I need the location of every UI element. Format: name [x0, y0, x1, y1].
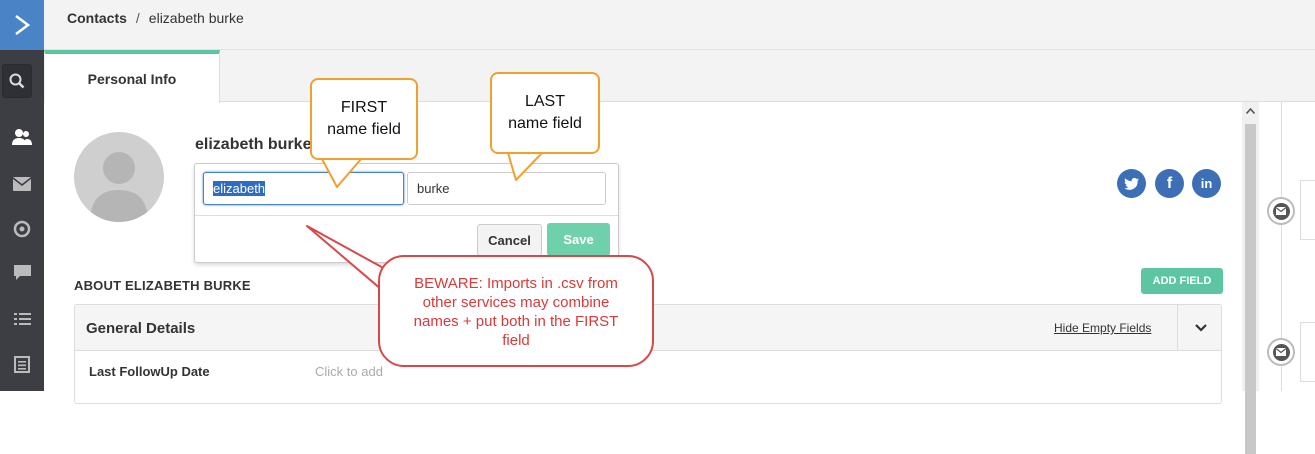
- chat-icon: [13, 265, 31, 280]
- linkedin-button[interactable]: in: [1192, 169, 1221, 198]
- section-title: General Details: [86, 320, 196, 337]
- first-name-input[interactable]: elizabeth: [203, 172, 404, 205]
- breadcrumb-current: elizabeth burke: [148, 10, 244, 26]
- timeline-item-email[interactable]: [1267, 197, 1295, 225]
- first-callout-line1: FIRST: [340, 99, 388, 116]
- mail-timeline-icon: [1276, 207, 1286, 215]
- nav-contacts[interactable]: [0, 117, 44, 157]
- nav-reports[interactable]: [0, 344, 44, 384]
- nav-campaigns[interactable]: [0, 164, 44, 204]
- breadcrumb: Contacts / elizabeth burke: [67, 10, 244, 26]
- search-icon: [9, 73, 25, 89]
- about-heading: ABOUT ELIZABETH BURKE: [74, 278, 251, 293]
- timeline-card-2[interactable]: [1300, 322, 1315, 382]
- name-edit-popup: elizabeth burke Cancel Save: [194, 163, 619, 263]
- last-callout-line1: LAST: [524, 93, 565, 110]
- breadcrumb-root-link[interactable]: Contacts: [67, 10, 127, 26]
- last-callout-line2: name field: [508, 115, 582, 132]
- nav-automations[interactable]: [0, 209, 44, 249]
- twitter-icon: [1124, 177, 1139, 190]
- scrollbar[interactable]: [1242, 102, 1259, 454]
- last-name-input[interactable]: burke: [407, 172, 606, 205]
- field-label: Last FollowUp Date: [89, 364, 210, 379]
- twitter-button[interactable]: [1117, 169, 1146, 198]
- contact-name-heading[interactable]: elizabeth burke: [195, 136, 311, 154]
- tab-personal-info[interactable]: Personal Info: [44, 50, 220, 103]
- breadcrumb-separator: /: [135, 10, 140, 26]
- default-avatar-icon: [90, 152, 148, 222]
- cancel-button[interactable]: Cancel: [477, 224, 542, 256]
- scroll-thumb[interactable]: [1245, 124, 1256, 454]
- linkedin-icon: in: [1200, 176, 1213, 191]
- avatar[interactable]: [74, 132, 164, 222]
- timeline-item-email-2[interactable]: [1267, 338, 1295, 366]
- chevron-down-icon: [1194, 324, 1207, 332]
- first-name-value: elizabeth: [213, 181, 266, 196]
- sidebar-nav: [0, 0, 44, 391]
- first-callout-line2: name field: [327, 121, 401, 138]
- facebook-icon: f: [1166, 174, 1173, 192]
- mail-timeline-icon: [1276, 348, 1286, 356]
- timeline-card[interactable]: [1300, 180, 1315, 240]
- facebook-button[interactable]: f: [1155, 169, 1184, 198]
- hide-empty-fields-link[interactable]: Hide Empty Fields: [1054, 321, 1151, 335]
- tab-strip: Personal Info: [44, 50, 1315, 103]
- first-name-callout: FIRST name field: [310, 78, 418, 160]
- contacts-icon: [12, 129, 32, 145]
- scroll-up-arrow-icon[interactable]: [1242, 102, 1259, 119]
- logo[interactable]: [0, 0, 44, 50]
- last-name-value: burke: [417, 181, 450, 196]
- logo-chevron-icon: [15, 15, 31, 35]
- report-icon: [14, 355, 30, 373]
- nav-lists[interactable]: [0, 299, 44, 339]
- top-bar: Contacts / elizabeth burke: [44, 0, 1315, 50]
- last-name-callout: LAST name field: [490, 72, 600, 154]
- add-field-button[interactable]: ADD FIELD: [1141, 268, 1223, 294]
- save-button[interactable]: Save: [547, 223, 610, 256]
- beware-callout: BEWARE: Imports in .csv from other servi…: [378, 255, 654, 367]
- list-icon: [13, 312, 31, 325]
- nav-conversations[interactable]: [0, 253, 44, 293]
- nav-search-button[interactable]: [2, 64, 32, 98]
- field-value-placeholder[interactable]: Click to add: [315, 364, 383, 379]
- popup-divider: [195, 215, 618, 216]
- collapse-section-button[interactable]: [1177, 305, 1223, 351]
- target-icon: [13, 220, 31, 238]
- mail-icon: [13, 177, 31, 191]
